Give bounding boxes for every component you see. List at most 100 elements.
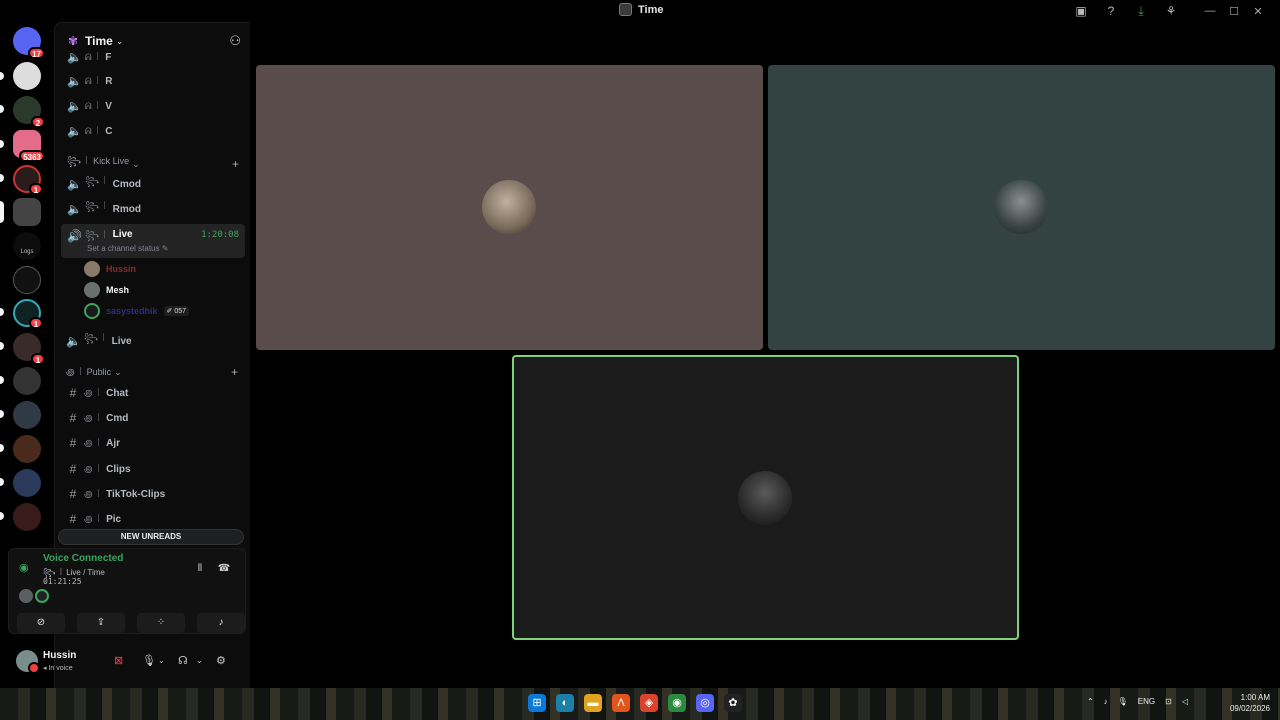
voice-user[interactable]: Hussin	[84, 260, 136, 278]
channel-text[interactable]: # ꩜ ꒐ TikTok-Clips	[60, 483, 244, 505]
user-status: ◂ In voice	[43, 665, 73, 672]
settings-gear-icon[interactable]: ⚙	[216, 654, 226, 667]
voice-connected-title[interactable]: Voice Connected	[43, 553, 123, 564]
category-kick-live[interactable]: ꧂ ꒐ Kick Live ⌄ +	[67, 156, 239, 171]
channel-prefix: ᕱ ꒐	[85, 101, 102, 111]
server-icon[interactable]: 2	[13, 96, 45, 128]
voice-connected-panel: ◉ Voice Connected ꧂ ꒐ Live / Time 01:21:…	[8, 548, 246, 634]
avatar	[84, 303, 100, 319]
voice-user[interactable]: sasystedhik ✐ 057	[84, 302, 190, 320]
chevron-up-icon[interactable]: ⌃	[1087, 697, 1094, 706]
channel-voice[interactable]: 🔈 ᕱ ꒐ C	[61, 120, 245, 142]
brave-icon[interactable]: ◈	[640, 694, 658, 712]
create-channel-icon[interactable]: +	[231, 365, 238, 379]
channel-voice[interactable]: 🔈 ꧂ ꒐ Cmod	[61, 173, 245, 195]
video-tile[interactable]	[256, 65, 763, 350]
speaker-icon[interactable]: ◁	[1182, 697, 1188, 706]
video-tile-speaking[interactable]	[512, 355, 1019, 640]
window-title: Time	[619, 3, 663, 16]
video-tile[interactable]	[768, 65, 1275, 350]
create-channel-icon[interactable]: +	[232, 157, 239, 171]
discord-icon[interactable]: ◎	[696, 694, 714, 712]
noise-suppression-icon[interactable]: ⦀	[193, 563, 207, 577]
hashtag-icon: #	[69, 487, 77, 501]
volume-icon[interactable]: ♪	[1104, 697, 1108, 706]
channel-text[interactable]: # ꩜ ꒐ Ajr	[60, 432, 244, 454]
maximize-button[interactable]: ☐	[1222, 3, 1246, 19]
app-icon[interactable]: Λ	[612, 694, 630, 712]
server-folder[interactable]: 1	[13, 333, 45, 365]
language-indicator[interactable]: ENG	[1138, 697, 1155, 706]
channel-prefix: ꩜ ꒐	[84, 488, 103, 499]
download-icon[interactable]: ⤓	[1126, 3, 1156, 19]
file-explorer-icon[interactable]: ▬	[584, 694, 602, 712]
chrome-icon[interactable]: ◉	[668, 694, 686, 712]
add-member-icon[interactable]: ⚇	[229, 33, 241, 49]
microphone-icon[interactable]: 🎙	[1118, 697, 1128, 706]
channel-voice[interactable]: 🔈 ᕱ ꒐ F	[61, 50, 245, 64]
channel-voice[interactable]: 🔈 ᕱ ꒐ R	[61, 70, 245, 92]
taskbar-clock[interactable]: 1:00 AM 09/02/2026	[1230, 692, 1270, 714]
chevron-down-icon[interactable]: ⌄	[196, 656, 203, 665]
server-folder[interactable]	[13, 367, 41, 395]
channel-name: Pic	[106, 513, 122, 525]
speaker-icon: 🔊	[67, 229, 82, 243]
disconnect-icon[interactable]: ☎	[217, 563, 231, 577]
channel-voice[interactable]: 🔈 ꧂ ꒐ Rmod	[61, 198, 245, 220]
screenshare-button[interactable]: ⇪	[77, 613, 125, 633]
close-button[interactable]: ✕	[1246, 3, 1270, 19]
headphones-icon[interactable]: ☊	[178, 654, 188, 667]
channel-voice[interactable]: 🔈 ᕱ ꒐ V	[61, 95, 245, 117]
title-bar: Time ▣ ? ⤓ ⚘ — ☐ ✕	[0, 0, 1280, 22]
activities-button[interactable]: ⁘	[137, 613, 185, 633]
app-icon[interactable]: ⚘	[1156, 3, 1186, 19]
selected-pip	[0, 201, 4, 223]
channel-status[interactable]: Set a channel status ✎	[87, 244, 168, 253]
channel-voice-active[interactable]: 🔊 ꧂ ꒐ Live 1:20:08 Set a channel status …	[61, 224, 245, 258]
speaker-icon: 🔈	[67, 177, 82, 191]
server-folder[interactable]	[13, 469, 41, 497]
channel-name: Chat	[106, 387, 129, 399]
network-icon[interactable]: ⊡	[1165, 697, 1172, 706]
edge-icon[interactable]: ◐	[556, 694, 574, 712]
participant-avatar	[482, 180, 536, 234]
help-icon[interactable]: ?	[1096, 3, 1126, 19]
user-name[interactable]: Hussin	[43, 650, 76, 661]
category-public[interactable]: ꩜ ꒐ Public ⌄ +	[66, 365, 238, 379]
server-icon[interactable]	[13, 62, 41, 90]
channel-prefix: ꧂ ꒐	[85, 201, 109, 211]
microphone-icon[interactable]: 🎙	[142, 654, 156, 667]
channel-text[interactable]: # ꩜ ꒐ Clips	[60, 458, 244, 480]
voice-user[interactable]: Mesh	[84, 281, 129, 299]
streamer-mode-icon[interactable]: ⊠	[114, 654, 123, 667]
server-folder[interactable]	[13, 435, 41, 463]
channel-voice[interactable]: 🔈 ꧂ ꒐ Live	[60, 330, 244, 352]
chevron-down-icon: ⌄	[115, 35, 124, 46]
channel-text[interactable]: # ꩜ ꒐ Chat	[60, 382, 244, 404]
speaker-icon: 🔈	[67, 74, 82, 88]
channel-text[interactable]: # ꩜ ꒐ Cmd	[60, 407, 244, 429]
server-icon[interactable]	[13, 198, 41, 226]
server-icon[interactable]	[13, 266, 41, 294]
app-icon[interactable]: ✿	[724, 694, 742, 712]
new-unreads-button[interactable]: NEW UNREADS	[58, 529, 244, 545]
inbox-icon[interactable]: ▣	[1066, 3, 1096, 19]
server-icon[interactable]: 5363	[13, 130, 45, 162]
minimize-button[interactable]: —	[1198, 3, 1222, 19]
unread-pip	[0, 308, 4, 316]
soundboard-button[interactable]: ♪	[197, 613, 245, 633]
server-icon[interactable]: 1	[13, 299, 43, 329]
signal-icon[interactable]: ◉	[19, 561, 35, 577]
server-folder[interactable]	[13, 401, 41, 429]
home-button[interactable]: 17	[13, 27, 45, 59]
avatar	[84, 282, 100, 298]
user-avatar[interactable]	[16, 650, 40, 674]
logs-server-icon[interactable]: Logs	[13, 232, 41, 260]
channel-text[interactable]: # ꩜ ꒐ Pic	[60, 508, 244, 530]
user-tag-text: 057	[174, 308, 187, 315]
camera-button[interactable]: ⊘	[17, 613, 65, 633]
start-icon[interactable]: ⊞	[528, 694, 546, 712]
chevron-down-icon[interactable]: ⌄	[158, 656, 165, 665]
server-icon[interactable]: 1	[13, 165, 43, 195]
server-folder[interactable]	[13, 503, 41, 531]
